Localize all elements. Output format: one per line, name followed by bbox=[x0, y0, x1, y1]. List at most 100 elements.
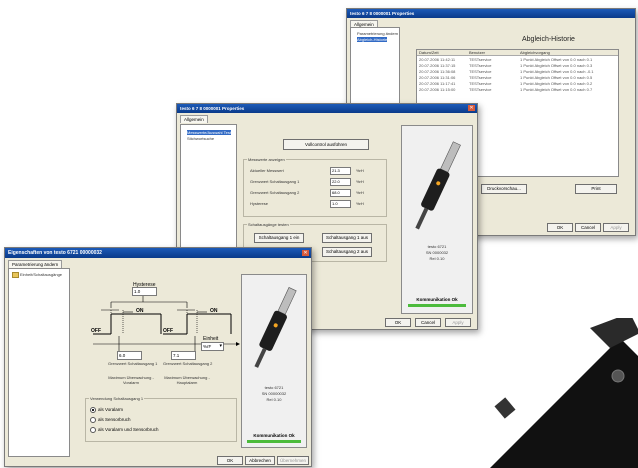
print-button[interactable]: Print bbox=[575, 184, 617, 194]
history-table-header bbox=[417, 50, 618, 56]
tree-item-messwerte[interactable]: Messwerte/Auswahl Test bbox=[187, 130, 231, 135]
device-release-front: Rel 0.10 bbox=[266, 397, 282, 402]
properties-ok-button[interactable]: OK bbox=[217, 456, 243, 465]
limit2-desc: Maximum Überwachung - Hauptalarm bbox=[164, 375, 210, 385]
radio-voralarm[interactable]: als Voralarm bbox=[90, 407, 123, 413]
device-probe-image bbox=[415, 141, 461, 230]
properties-window-title: Eigenschaften von testo 6721 00000032 bbox=[5, 248, 311, 258]
radio-voralarm-label: als Voralarm bbox=[98, 407, 124, 413]
device-model-front: testo 6721 bbox=[264, 385, 284, 390]
screenshot-collage: testo 6 7 8 0000001 Properties Allgemein… bbox=[0, 0, 638, 468]
history-cell: 1 Punkt Abgleich Offset von 0.0 nach 0.5 bbox=[520, 75, 593, 80]
history-cell: 1 Punkt Abgleich Offset von 0.0 nach -0.… bbox=[520, 69, 594, 74]
radio-dot-icon bbox=[90, 417, 96, 423]
measure-group-label: Messwerte anzeigen bbox=[247, 157, 286, 162]
history-cell: TESTservice bbox=[469, 57, 492, 62]
chevron-down-icon: ▾ bbox=[219, 343, 222, 349]
history-cell: 20.07.2006 11:31:06 bbox=[419, 75, 456, 80]
measure-label: Aktueller Messwert bbox=[250, 168, 284, 173]
device-photo bbox=[490, 318, 638, 468]
test-cancel-button[interactable]: Cancel bbox=[415, 318, 441, 327]
history-cell: 20.07.2006 11:42:11 bbox=[419, 57, 456, 62]
history-cancel-button[interactable]: Cancel bbox=[575, 223, 601, 232]
radio-both-label: als Voralarm und Sensorbruch bbox=[98, 427, 159, 433]
off-label-1: OFF bbox=[91, 328, 101, 334]
measure-unit: %rH bbox=[356, 201, 364, 206]
test-ok-button[interactable]: OK bbox=[385, 318, 411, 327]
history-cell: TESTservice bbox=[469, 69, 492, 74]
unit-select-value: %rF bbox=[203, 344, 212, 349]
history-cell: 1 Punkt Abgleich Offset von 0.0 nach 0.7 bbox=[520, 87, 593, 92]
folder-icon bbox=[12, 272, 19, 278]
history-heading: Abgleich-Historie bbox=[522, 36, 575, 43]
tree-item-stichwort[interactable]: Stichwortsuche bbox=[187, 136, 214, 141]
switch1-off-button[interactable]: Schaltausgang 1 aus bbox=[322, 233, 372, 243]
measure-label: Hysterese bbox=[250, 201, 269, 206]
limit1-input[interactable]: 6.0 bbox=[117, 351, 142, 360]
usage-group-label: Verwendung Schaltausgang 1 bbox=[89, 396, 145, 401]
device-panel-front: testo 6721 SN 00000032 Rel 0.10 Kommunik… bbox=[241, 274, 307, 448]
unit-select[interactable]: %rF ▾ bbox=[201, 342, 224, 351]
limit1-desc: Maximum Überwachung - Voralarm bbox=[108, 375, 154, 385]
radio-dot-icon bbox=[90, 407, 96, 413]
close-icon[interactable]: ✕ bbox=[468, 105, 475, 111]
tab-allgemein-2[interactable]: Allgemein bbox=[180, 115, 208, 123]
history-cell: 20.07.2006 11:17:41 bbox=[419, 81, 456, 86]
on-label-1: ON bbox=[136, 308, 144, 314]
history-cell: 1 Punkt Abgleich Offset von 0.0 nach 0.1 bbox=[520, 57, 593, 62]
params-tree-panel: Einheit/Schaltausgänge bbox=[8, 268, 70, 457]
off-label-2: OFF bbox=[163, 328, 173, 334]
history-cell: TESTservice bbox=[469, 75, 492, 80]
limit2-label: Grenzwert Schaltausgang 2 bbox=[163, 361, 213, 366]
measure-unit: %rH bbox=[356, 190, 364, 195]
history-cell: 1 Punkt Abgleich Offset von 0.0 nach 0.2 bbox=[520, 81, 593, 86]
run-test-button[interactable]: Vollcontrol ausführen bbox=[283, 139, 369, 150]
history-cell: TESTservice bbox=[469, 87, 492, 92]
device-release: Rel 0.10 bbox=[429, 256, 445, 261]
usage-group: Verwendung Schaltausgang 1 als Voralarm … bbox=[85, 396, 237, 442]
device-probe-image-front bbox=[254, 287, 297, 368]
communication-status: Kommunikation Ok bbox=[416, 297, 458, 302]
measure-value[interactable]: 22.0 bbox=[330, 178, 351, 186]
status-bar-front bbox=[247, 440, 301, 443]
close-icon-2[interactable]: ✕ bbox=[302, 250, 309, 256]
radio-dot-icon bbox=[90, 427, 96, 433]
measure-label: Grenzwert Schaltausgang 1 bbox=[250, 179, 300, 184]
measure-value[interactable]: 68.0 bbox=[330, 189, 351, 197]
device-serial: SN 0000032 bbox=[425, 250, 449, 255]
history-cell: 1 Punkt Abgleich Offset von 0.0 nach 0.3 bbox=[520, 63, 593, 68]
tab-parametrierung[interactable]: Parametrierung ändern bbox=[8, 260, 63, 268]
measure-group: Messwerte anzeigen Aktueller Messwert 21.… bbox=[243, 157, 387, 217]
history-cell: TESTservice bbox=[469, 81, 492, 86]
col-datetime[interactable]: Datum/Zeit bbox=[419, 50, 439, 55]
col-action[interactable]: Abgleichvorgang bbox=[520, 50, 550, 55]
tree-item-abgleich-historie[interactable]: Abgleich-Historie bbox=[357, 37, 388, 42]
on-label-2: ON bbox=[210, 308, 218, 314]
radio-sensorbruch-label: als Sensorbruch bbox=[98, 417, 131, 423]
export-button[interactable]: Druckvorschau... bbox=[481, 184, 527, 194]
tree-item-parametrierung[interactable]: Parametrierung ändern bbox=[357, 31, 398, 36]
communication-status-front: Kommunikation Ok bbox=[253, 433, 295, 438]
device-model: testo 6721 bbox=[427, 244, 447, 249]
history-apply-button[interactable]: Apply bbox=[603, 223, 629, 232]
history-cell: 20.07.2006 11:36:08 bbox=[419, 69, 456, 74]
radio-sensorbruch[interactable]: als Sensorbruch bbox=[90, 417, 131, 423]
measure-value[interactable]: 21.3 bbox=[330, 167, 351, 175]
tree-item-einheit[interactable]: Einheit/Schaltausgänge bbox=[20, 272, 62, 277]
radio-both[interactable]: als Voralarm und Sensorbruch bbox=[90, 427, 159, 433]
col-user[interactable]: Benutzer bbox=[469, 50, 485, 55]
history-window-title: testo 6 7 8 0000001 Properties bbox=[347, 9, 635, 18]
switch1-on-button[interactable]: Schaltausgang 1 ein bbox=[254, 233, 304, 243]
switch2-off-button[interactable]: Schaltausgang 2 aus bbox=[322, 247, 372, 257]
limit2-input[interactable]: 7.1 bbox=[171, 351, 196, 360]
properties-apply-button[interactable]: Übernehmen bbox=[277, 456, 309, 465]
history-cell: 20.07.2006 11:15:00 bbox=[419, 87, 456, 92]
properties-cancel-button[interactable]: Abbrechen bbox=[245, 456, 275, 465]
measure-unit: %rH bbox=[356, 168, 364, 173]
measure-value[interactable]: 1.0 bbox=[330, 200, 351, 208]
history-ok-button[interactable]: OK bbox=[547, 223, 573, 232]
device-serial-front: SN 00000032 bbox=[261, 391, 287, 396]
switch-test-label: Schaltausgänge testen bbox=[247, 222, 290, 227]
history-cell: TESTservice bbox=[469, 63, 492, 68]
test-apply-button[interactable]: Apply bbox=[445, 318, 471, 327]
